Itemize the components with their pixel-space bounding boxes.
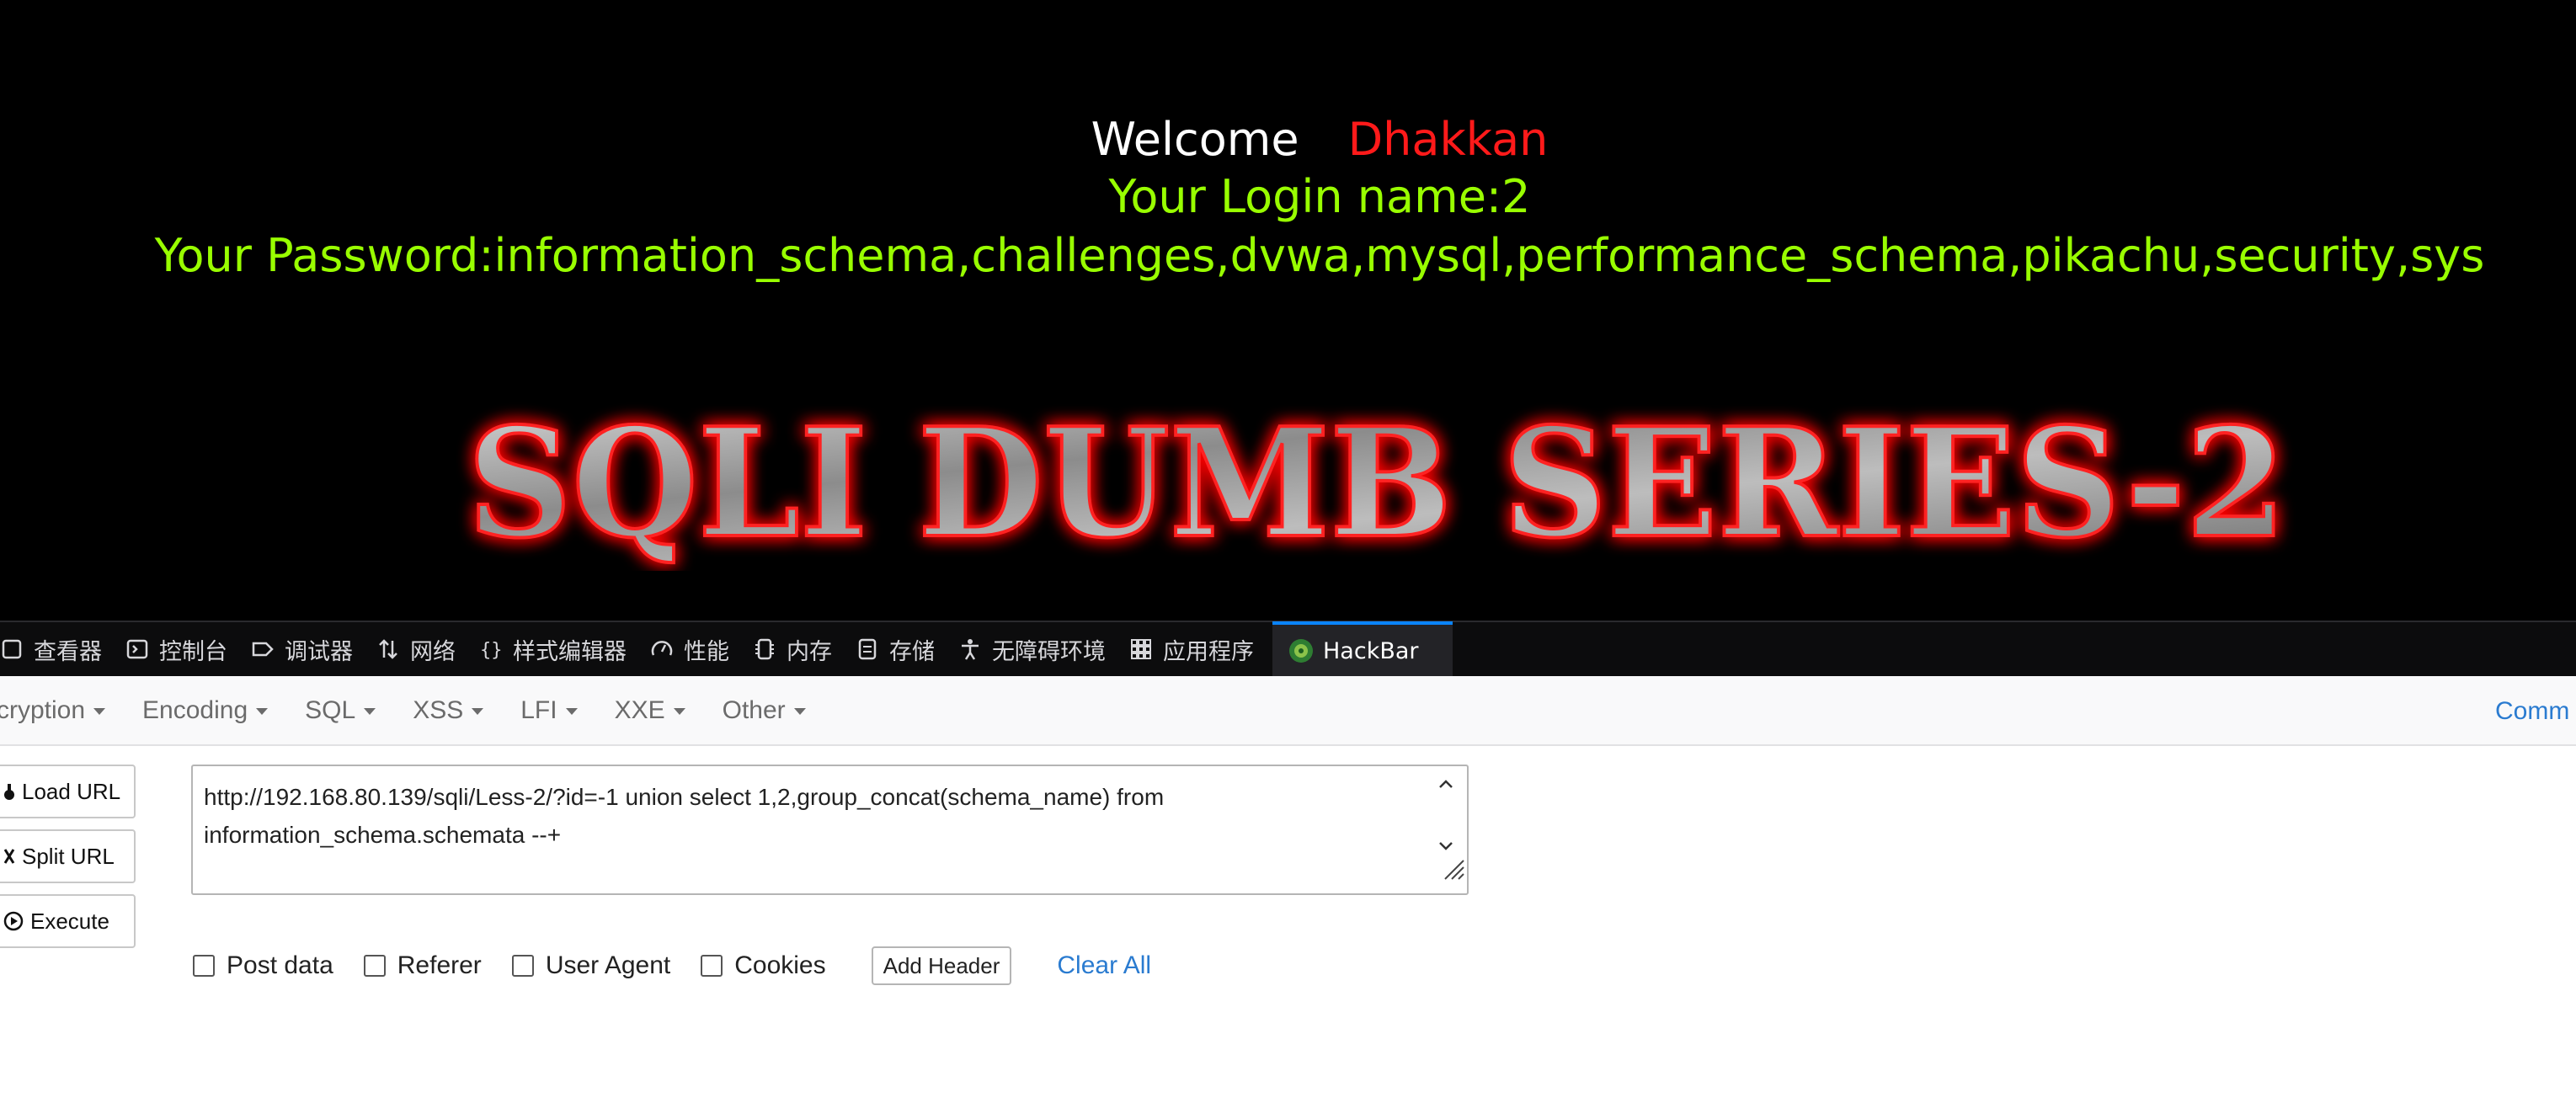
url-text: http://192.168.80.139/sqli/Less-2/?id=-1…	[204, 784, 1165, 848]
banner-text: SQLI DUMB SERIES-2	[467, 402, 2286, 571]
devtools-tab-hackbar[interactable]: HackBar	[1272, 621, 1453, 677]
chevron-down-icon	[256, 708, 269, 715]
chevron-down-icon	[565, 708, 578, 715]
devtools-tab-bar: 查看器 控制台 调试器 网络 {} 样式编辑器 性能 内存 存储 无障碍环境 应用程序 HackBar	[0, 621, 2576, 677]
chevron-down-icon	[673, 708, 685, 715]
commit-link[interactable]: Comm	[2495, 676, 2569, 744]
cookies-checkbox[interactable]	[701, 955, 723, 977]
login-name-line: Your Login name:2	[1108, 170, 1531, 223]
post-data-checkbox[interactable]	[193, 955, 215, 977]
split-url-label: Split URL	[22, 843, 115, 869]
split-url-button[interactable]: Split URL	[0, 829, 136, 883]
load-url-button[interactable]: Load URL	[0, 765, 136, 818]
post-data-label: Post data	[227, 951, 333, 979]
inspector-icon	[0, 632, 29, 666]
hackbar-icon	[1284, 634, 1318, 668]
resize-grip-icon[interactable]	[1440, 854, 1465, 892]
console-icon	[120, 632, 154, 666]
execute-button[interactable]: Execute	[0, 894, 136, 948]
referer-checkbox[interactable]	[363, 955, 386, 977]
chevron-down-icon	[93, 708, 106, 715]
password-line: Your Password:information_schema,challen…	[154, 229, 2485, 282]
storage-icon	[851, 632, 884, 666]
execute-label: Execute	[30, 908, 109, 934]
sqli-banner-image: SQLI DUMB SERIES-2	[466, 402, 2288, 571]
devtools-tab-label: 存储	[889, 638, 935, 665]
menu-label: SQL	[305, 695, 356, 724]
devtools-tab-style-editor[interactable]: {} 样式编辑器	[474, 621, 645, 677]
load-url-label: Load URL	[22, 778, 121, 804]
devtools-tab-label: 网络	[410, 638, 456, 665]
hackbar-menu-bar: cryption Encoding SQL XSS LFI XXE Other Comm	[0, 676, 2576, 746]
svg-text:{}: {}	[480, 640, 503, 661]
scroll-up-arrow-icon[interactable]	[1433, 771, 1459, 797]
user-agent-checkbox[interactable]	[511, 955, 534, 977]
menu-xss[interactable]: XSS	[413, 695, 484, 725]
menu-label: XSS	[413, 695, 464, 724]
menu-sql[interactable]: SQL	[305, 696, 376, 725]
devtools-tab-label: 控制台	[159, 638, 227, 665]
network-icon	[371, 632, 405, 666]
devtools-tab-inspector[interactable]: 查看器	[0, 621, 120, 677]
menu-label: LFI	[520, 695, 557, 724]
load-url-icon	[3, 782, 15, 801]
cookies-label: Cookies	[734, 951, 826, 979]
split-url-icon	[3, 847, 15, 866]
accessibility-icon	[953, 632, 987, 666]
menu-encoding[interactable]: Encoding	[142, 695, 269, 725]
user-agent-label: User Agent	[545, 951, 671, 979]
welcome-username: Dhakkan	[1347, 113, 1549, 166]
devtools-tab-label: 性能	[684, 638, 729, 665]
chevron-down-icon	[793, 708, 806, 715]
memory-icon	[748, 632, 781, 666]
devtools-tab-label: 内存	[787, 638, 832, 665]
devtools-tab-performance[interactable]: 性能	[645, 621, 748, 677]
performance-icon	[645, 632, 679, 666]
devtools-tab-label: 无障碍环境	[992, 638, 1106, 665]
web-page: Welcome Dhakkan Your Login name:2 Your Pa…	[0, 0, 2576, 621]
cookies-option[interactable]: Cookies	[701, 951, 826, 980]
devtools-tab-label: 样式编辑器	[513, 638, 627, 665]
request-options-row: Post data Referer User Agent Cookies Add…	[193, 945, 1151, 987]
referer-label: Referer	[397, 951, 482, 979]
devtools-tab-memory[interactable]: 内存	[748, 621, 851, 677]
referer-option[interactable]: Referer	[363, 951, 482, 980]
menu-lfi[interactable]: LFI	[520, 695, 578, 725]
devtools-tab-label: 应用程序	[1163, 638, 1254, 665]
execute-icon	[3, 911, 24, 931]
menu-label: XXE	[614, 695, 665, 724]
devtools-tab-debugger[interactable]: 调试器	[246, 621, 371, 677]
chevron-down-icon	[364, 708, 376, 715]
clear-all-link[interactable]: Clear All	[1057, 951, 1151, 980]
menu-label: cryption	[0, 695, 86, 724]
menu-xxe[interactable]: XXE	[615, 696, 685, 725]
devtools-tab-accessibility[interactable]: 无障碍环境	[953, 621, 1124, 677]
user-agent-option[interactable]: User Agent	[511, 951, 671, 980]
menu-cryption[interactable]: cryption	[0, 695, 106, 725]
hackbar-panel: Load URL Split URL Execute http://192.16…	[0, 746, 2576, 1119]
style-editor-icon: {}	[474, 632, 508, 666]
post-data-option[interactable]: Post data	[193, 951, 333, 980]
devtools-tab-storage[interactable]: 存储	[851, 621, 953, 677]
devtools-tab-label: 调试器	[285, 638, 353, 665]
devtools-tab-network[interactable]: 网络	[371, 621, 474, 677]
application-icon	[1124, 632, 1158, 666]
add-header-button[interactable]: Add Header	[871, 946, 1012, 985]
welcome-line: Welcome Dhakkan	[0, 109, 2576, 170]
chevron-down-icon	[472, 708, 484, 715]
menu-label: Other	[722, 695, 786, 724]
menu-label: Encoding	[142, 695, 248, 724]
devtools-tab-application[interactable]: 应用程序	[1124, 621, 1272, 677]
welcome-word: Welcome	[1091, 113, 1299, 166]
devtools-tab-label: 查看器	[34, 638, 102, 665]
debugger-icon	[246, 632, 280, 666]
devtools-tab-console[interactable]: 控制台	[120, 621, 246, 677]
menu-other[interactable]: Other	[723, 696, 806, 725]
url-textarea[interactable]: http://192.168.80.139/sqli/Less-2/?id=-1…	[191, 765, 1469, 895]
devtools-tab-label: HackBar	[1323, 637, 1419, 664]
